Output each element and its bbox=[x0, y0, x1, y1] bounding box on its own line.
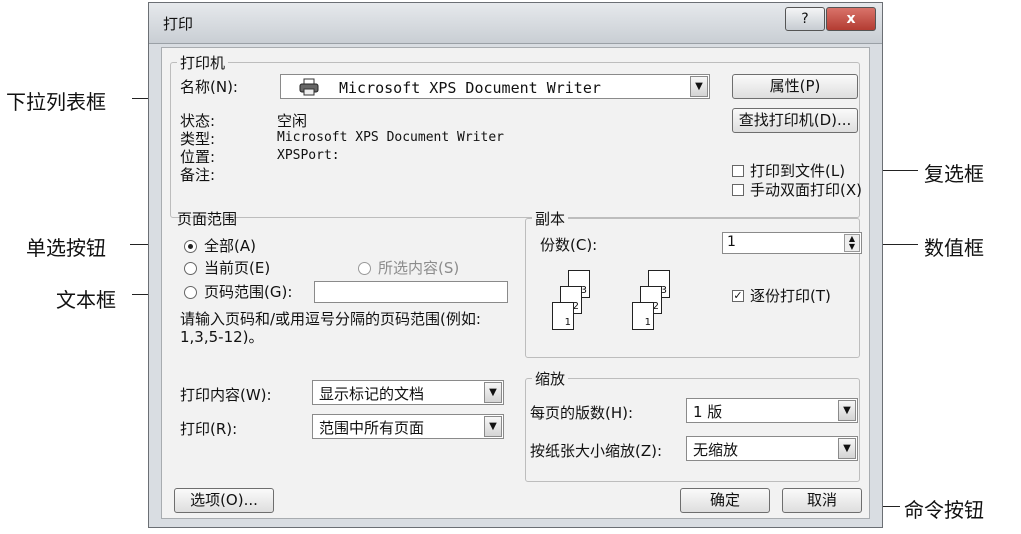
printer-icon bbox=[299, 78, 319, 100]
chevron-down-icon[interactable]: ▼ bbox=[838, 400, 856, 421]
print-to-file-checkbox[interactable] bbox=[732, 165, 744, 177]
radio-selection bbox=[358, 262, 371, 275]
pages-per-sheet-dropdown[interactable]: 1 版 ▼ bbox=[686, 398, 858, 423]
scale-value: 无缩放 bbox=[693, 441, 739, 459]
printer-name-dropdown[interactable]: Microsoft XPS Document Writer ▼ bbox=[280, 74, 710, 99]
annotation-radio: 单选按钮 bbox=[26, 236, 106, 260]
zoom-group bbox=[525, 378, 860, 482]
chevron-down-icon[interactable]: ▼ bbox=[838, 438, 856, 459]
sheet-icon: 1 bbox=[552, 302, 574, 330]
find-printer-button[interactable]: 查找打印机(D)... bbox=[732, 108, 858, 133]
print-dialog: 打印 ? x 打印机 名称(N): Microsoft XPS Document… bbox=[148, 2, 883, 528]
dialog-body: 打印机 名称(N): Microsoft XPS Document Writer… bbox=[161, 47, 870, 519]
chevron-down-icon[interactable]: ▼ bbox=[690, 76, 708, 97]
manual-duplex-checkbox[interactable] bbox=[732, 184, 744, 196]
options-button[interactable]: 选项(O)... bbox=[174, 488, 274, 513]
annotation-checkbox: 复选框 bbox=[924, 162, 984, 186]
help-button[interactable]: ? bbox=[785, 7, 825, 31]
check-icon: ✓ bbox=[733, 289, 743, 302]
pages-per-sheet-value: 1 版 bbox=[693, 403, 723, 421]
close-button[interactable]: x bbox=[826, 7, 876, 31]
where-value: XPSPort: bbox=[277, 148, 340, 163]
annotation-textbox: 文本框 bbox=[56, 288, 116, 312]
radio-selection-label: 所选内容(S) bbox=[378, 259, 460, 277]
radio-pages-label[interactable]: 页码范围(G): bbox=[204, 281, 292, 302]
copies-spinner[interactable]: 1 ▲ ▼ bbox=[722, 232, 862, 254]
print-dropdown[interactable]: 范围中所有页面 ▼ bbox=[312, 414, 504, 439]
status-value: 空闲 bbox=[277, 112, 308, 130]
printer-name-value: Microsoft XPS Document Writer bbox=[339, 79, 601, 97]
print-label: 打印(R): bbox=[180, 420, 238, 438]
zoom-label: 缩放 bbox=[532, 368, 569, 389]
cancel-button[interactable]: 取消 bbox=[782, 488, 862, 513]
print-what-value: 显示标记的文档 bbox=[319, 385, 425, 403]
spinner-arrows-icon[interactable]: ▲ ▼ bbox=[844, 234, 860, 252]
radio-current-page-label[interactable]: 当前页(E) bbox=[204, 257, 270, 278]
collate-label[interactable]: 逐份打印(T) bbox=[750, 285, 831, 306]
page-range-hint: 请输入页码和/或用逗号分隔的页码范围(例如: 1,3,5-12)。 bbox=[180, 310, 481, 346]
annotation-command: 命令按钮 bbox=[904, 498, 984, 522]
print-what-dropdown[interactable]: 显示标记的文档 ▼ bbox=[312, 380, 504, 405]
radio-all[interactable] bbox=[184, 240, 197, 253]
copies-count-label: 份数(C): bbox=[540, 236, 598, 254]
chevron-down-icon[interactable]: ▼ bbox=[484, 416, 502, 437]
chevron-down-icon[interactable]: ▼ bbox=[484, 382, 502, 403]
radio-pages[interactable] bbox=[184, 286, 197, 299]
print-value: 范围中所有页面 bbox=[319, 419, 425, 437]
collate-checkbox[interactable]: ✓ bbox=[732, 290, 744, 302]
comment-label: 备注: bbox=[180, 166, 216, 184]
pages-per-sheet-label: 每页的版数(H): bbox=[530, 404, 634, 422]
title-bar[interactable]: 打印 ? x bbox=[149, 3, 882, 44]
manual-duplex-label[interactable]: 手动双面打印(X) bbox=[750, 179, 862, 200]
print-to-file-label[interactable]: 打印到文件(L) bbox=[750, 160, 845, 181]
copies-label: 副本 bbox=[532, 208, 569, 229]
sheet-icon: 1 bbox=[632, 302, 654, 330]
print-what-label: 打印内容(W): bbox=[180, 386, 272, 404]
page-range-label: 页面范围 bbox=[177, 210, 238, 228]
scale-dropdown[interactable]: 无缩放 ▼ bbox=[686, 436, 858, 461]
scale-label: 按纸张大小缩放(Z): bbox=[530, 442, 663, 460]
radio-current-page[interactable] bbox=[184, 262, 197, 275]
type-value: Microsoft XPS Document Writer bbox=[277, 130, 504, 145]
annotation-dropdown: 下拉列表框 bbox=[6, 90, 106, 114]
radio-all-label[interactable]: 全部(A) bbox=[204, 235, 256, 256]
copies-count-value: 1 bbox=[727, 234, 736, 250]
printer-group-label: 打印机 bbox=[177, 52, 229, 73]
printer-name-label: 名称(N): bbox=[180, 78, 238, 96]
ok-button[interactable]: 确定 bbox=[680, 488, 770, 513]
page-range-input[interactable] bbox=[314, 281, 508, 303]
dialog-title: 打印 bbox=[163, 15, 194, 33]
annotation-spinner: 数值框 bbox=[924, 236, 984, 260]
properties-button[interactable]: 属性(P) bbox=[732, 74, 858, 99]
